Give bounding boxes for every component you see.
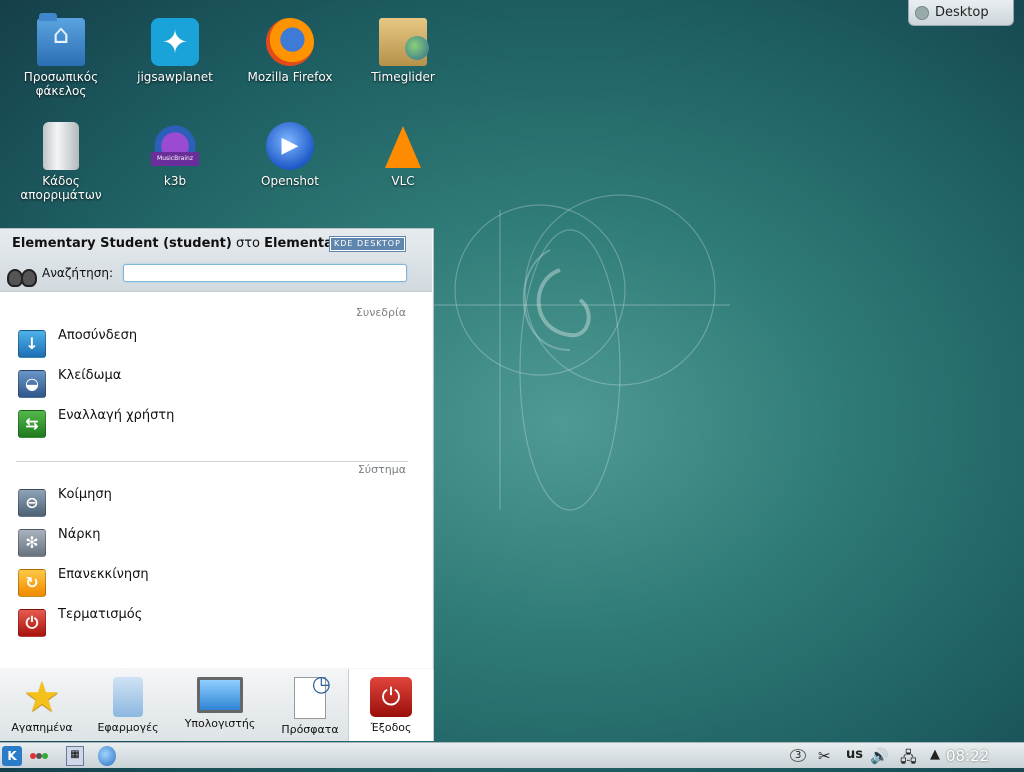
network-icon[interactable]: 🖧 [900, 747, 917, 772]
menu-tab-bar: ★ Αγαπημένα Εφαρμογές Υπολογιστής Πρόσφα… [0, 669, 434, 741]
desktop-icon-label: Κάδος απορριμάτων [20, 174, 102, 202]
desktop-icon-home-folder[interactable]: Προσωπικός φάκελος [11, 13, 111, 98]
desktop-icon-vlc[interactable]: VLC [353, 122, 453, 188]
desktop-icon-firefox[interactable]: Mozilla Firefox [240, 18, 340, 84]
tab-label: Αγαπημένα [11, 721, 73, 734]
desktop-icon-label: Timeglider [371, 70, 435, 84]
tab-label: Έξοδος [370, 721, 412, 734]
recent-icon [294, 672, 331, 719]
section-title-system: Σύστημα [357, 463, 406, 476]
exit-icon: ⏻ [370, 677, 412, 717]
applications-icon [113, 677, 143, 717]
menu-item-label: Κοίμηση [58, 487, 112, 502]
k3b-icon [151, 122, 199, 170]
tab-label: Υπολογιστής [184, 717, 256, 730]
browser-launcher-icon[interactable] [98, 746, 116, 766]
desktop-icon-label: Openshot [261, 174, 319, 188]
switch-user-icon: ⇆ [18, 410, 46, 438]
lock-icon: ◒ [18, 370, 46, 398]
menu-item-lock[interactable]: ◒ Κλείδωμα [16, 368, 406, 400]
taskbar: K ▦ 3 ✂ us 🔊 🖧 ▲ 08:22 [0, 742, 1024, 768]
binoculars-icon [6, 259, 37, 287]
desktop-icon-label: jigsawplanet [137, 70, 213, 84]
desktop-icon-trash[interactable]: Κάδος απορριμάτων [11, 122, 111, 202]
volume-icon[interactable]: 🔊 [870, 747, 889, 765]
desktop-icon-label: Mozilla Firefox [247, 70, 333, 84]
desktop-icon-label: k3b [163, 174, 187, 188]
desktop-icon-timeglider[interactable]: Timeglider [353, 18, 453, 84]
trash-icon [43, 122, 79, 170]
puzzle-icon: ✦ [151, 18, 199, 66]
pager-button[interactable] [30, 746, 54, 766]
desktop-icon-k3b[interactable]: k3b [125, 122, 225, 188]
hibernate-icon: ✻ [18, 529, 46, 557]
search-input[interactable] [123, 264, 407, 282]
scissors-icon[interactable]: ✂ [818, 747, 831, 765]
menu-item-shutdown[interactable]: ⏻ Τερματισμός [16, 607, 406, 639]
leave-view: Συνεδρία ↓ Αποσύνδεση ◒ Κλείδωμα ⇆ Εναλλ… [0, 292, 432, 668]
menu-item-label: Εναλλαγή χρήστη [58, 408, 175, 423]
tray-expand-icon[interactable]: ▲ [930, 747, 940, 762]
clipboard-tray-icon[interactable]: 3 [790, 747, 807, 762]
menu-item-switch-user[interactable]: ⇆ Εναλλαγή χρήστη [16, 408, 406, 440]
firefox-icon [266, 18, 314, 66]
desktop-toolbox[interactable]: Desktop [908, 0, 1014, 26]
clipboard-count: 3 [790, 749, 807, 762]
desktop-icon-label: Προσωπικός φάκελος [23, 70, 99, 98]
vlc-icon [385, 126, 421, 168]
desktop-icon-openshot[interactable]: ▶ Openshot [240, 122, 340, 188]
user-name: Elementary Student (student) [12, 236, 232, 251]
desktop-icon-label: VLC [391, 174, 415, 188]
menu-header: Elementary Student (student) στο Element… [0, 229, 432, 292]
clock[interactable]: 08:22 [946, 747, 989, 765]
menu-item-label: Τερματισμός [58, 607, 143, 622]
calculator-launcher-icon[interactable]: ▦ [66, 746, 84, 766]
desktop-icon-jigsawplanet[interactable]: ✦ jigsawplanet [125, 18, 225, 84]
tab-computer[interactable]: Υπολογιστής [178, 669, 262, 741]
user-connector: στο [235, 236, 260, 251]
tab-leave[interactable]: ⏻ Έξοδος [348, 669, 434, 741]
desktop-toolbox-label: Desktop [935, 5, 989, 20]
debian-swirl-wallpaper [430, 194, 730, 511]
logout-icon: ↓ [18, 330, 46, 358]
tab-applications[interactable]: Εφαρμογές [86, 669, 170, 741]
section-title-session: Συνεδρία [355, 306, 406, 319]
tab-favorites[interactable]: ★ Αγαπημένα [0, 669, 84, 741]
timeglider-icon [379, 18, 429, 66]
menu-item-label: Κλείδωμα [58, 368, 122, 383]
tab-recent[interactable]: Πρόσφατα [268, 669, 352, 741]
keyboard-layout-indicator[interactable]: us [846, 747, 863, 762]
kde-desktop-badge: KDE DESKTOP [329, 236, 406, 252]
menu-user-line: Elementary Student (student) στο Element… [12, 236, 339, 251]
plasma-toolbox-icon [915, 5, 929, 20]
host-name: Elementar [264, 236, 340, 251]
menu-item-label: Νάρκη [58, 527, 101, 542]
menu-item-label: Επανεκκίνηση [58, 567, 149, 582]
menu-item-hibernate[interactable]: ✻ Νάρκη [16, 527, 406, 559]
sleep-icon: ⊖ [18, 489, 46, 517]
tab-label: Εφαρμογές [97, 721, 159, 734]
kde-menu-button[interactable]: K [2, 746, 22, 766]
menu-item-logout[interactable]: ↓ Αποσύνδεση [16, 328, 406, 360]
search-label: Αναζήτηση: [42, 266, 114, 280]
tab-label: Πρόσφατα [281, 723, 339, 736]
menu-item-sleep[interactable]: ⊖ Κοίμηση [16, 487, 406, 519]
kickoff-menu: Elementary Student (student) στο Element… [0, 228, 434, 741]
openshot-icon: ▶ [266, 122, 314, 170]
menu-item-restart[interactable]: ↻ Επανεκκίνηση [16, 567, 406, 599]
computer-icon [197, 677, 243, 713]
section-divider [16, 461, 408, 462]
home-folder-icon [37, 13, 85, 66]
star-icon: ★ [23, 672, 61, 721]
restart-icon: ↻ [18, 569, 46, 597]
shutdown-icon: ⏻ [18, 609, 46, 637]
menu-item-label: Αποσύνδεση [58, 328, 138, 343]
